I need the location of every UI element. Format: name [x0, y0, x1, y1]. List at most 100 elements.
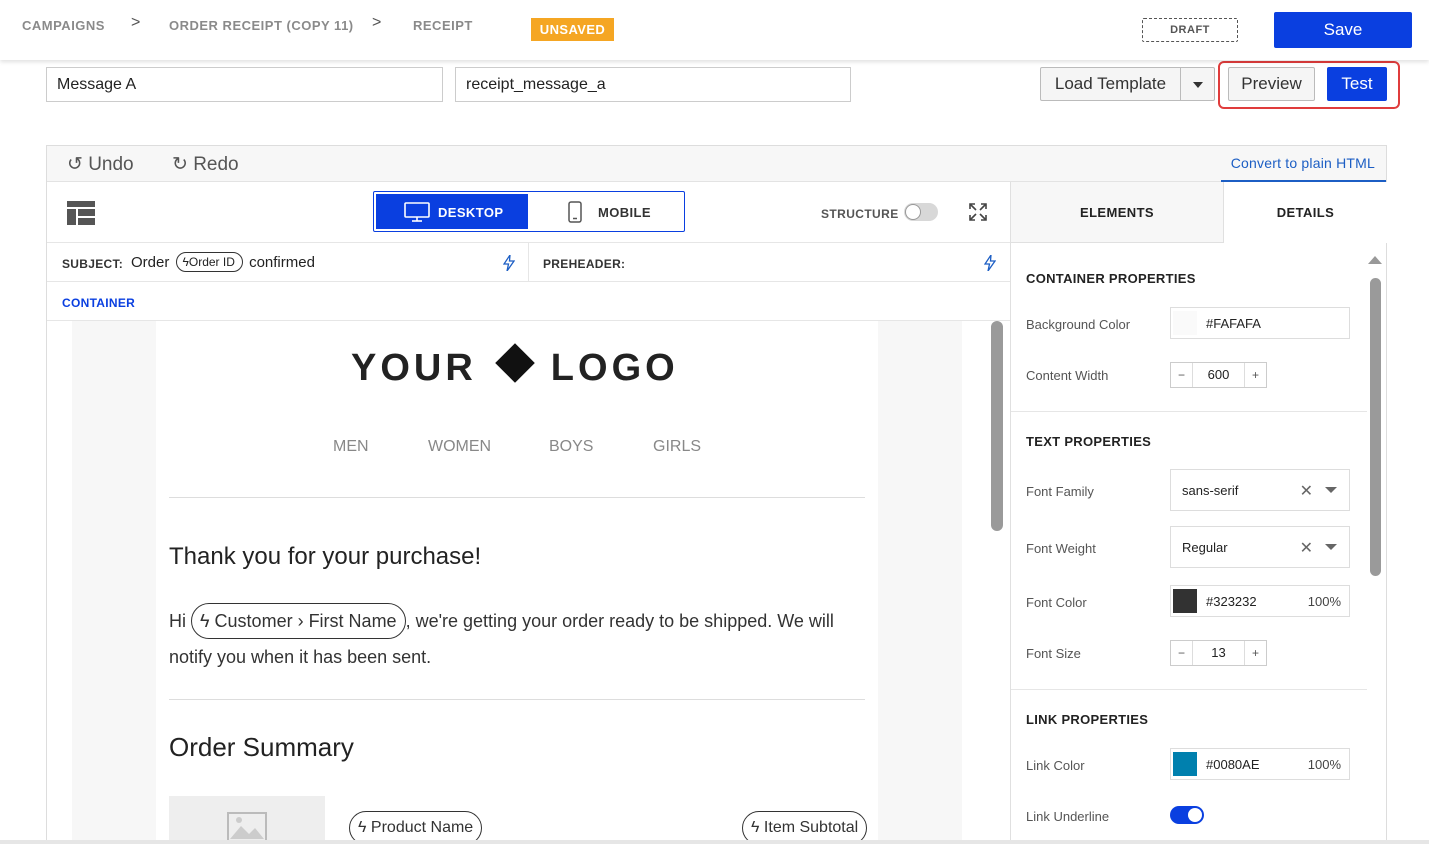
canvas-toolbar: DESKTOP MOBILE STRUCTURE [47, 182, 1010, 243]
greeting-paragraph[interactable]: Hi ϟ Customer › First Name, we're gettin… [169, 603, 849, 675]
structure-label: STRUCTURE [821, 207, 899, 221]
font-family-value: sans-serif [1182, 483, 1239, 498]
font-size-stepper[interactable]: − 13 + [1170, 640, 1267, 666]
structure-toggle[interactable] [904, 203, 938, 221]
background-color-field[interactable]: #FAFAFA [1170, 307, 1350, 339]
message-key-input[interactable]: receipt_message_a [455, 67, 851, 102]
preview-button[interactable]: Preview [1228, 67, 1315, 101]
order-id-token-label: Order ID [188, 255, 235, 269]
mobile-phone-icon [568, 201, 582, 223]
thanks-heading[interactable]: Thank you for your purchase! [169, 543, 481, 571]
clear-font-family-icon[interactable]: ✕ [1300, 481, 1313, 501]
chevron-right-icon: > [131, 14, 141, 31]
token-bolt-icon: ϟ [751, 819, 764, 836]
font-color-swatch[interactable] [1173, 589, 1197, 613]
chevron-down-icon[interactable] [1325, 544, 1337, 550]
desktop-monitor-icon [404, 202, 430, 222]
scroll-up-arrow-icon[interactable] [1368, 256, 1382, 264]
font-color-field[interactable]: #323232 100% [1170, 585, 1350, 617]
font-weight-select[interactable]: Regular ✕ [1170, 526, 1350, 568]
content-width-value[interactable]: 600 [1193, 363, 1244, 387]
container-selection-label[interactable]: CONTAINER [62, 296, 135, 310]
message-name-input[interactable]: Message A [46, 67, 443, 102]
background-color-value: #FAFAFA [1206, 316, 1261, 331]
breadcrumb-campaign-name[interactable]: ORDER RECEIPT (COPY 11) [169, 18, 354, 33]
nav-link-girls[interactable]: GIRLS [653, 438, 701, 456]
order-id-token[interactable]: ϟOrder ID [175, 252, 243, 272]
divider [169, 497, 865, 498]
save-button[interactable]: Save [1274, 12, 1412, 48]
redo-icon: ↻ [172, 154, 188, 175]
nav-link-men[interactable]: MEN [333, 438, 369, 456]
link-color-swatch[interactable] [1173, 752, 1197, 776]
preheader-personalize-bolt-icon[interactable] [984, 255, 996, 271]
background-color-label: Background Color [1026, 317, 1131, 332]
link-color-value: #0080AE [1206, 757, 1260, 772]
font-weight-value: Regular [1182, 540, 1228, 555]
unsaved-badge: UNSAVED [531, 18, 614, 41]
font-color-value: #323232 [1206, 594, 1257, 609]
redo-button[interactable]: ↻ Redo [172, 153, 239, 176]
order-summary-heading[interactable]: Order Summary [169, 732, 354, 763]
font-size-decrement[interactable]: − [1171, 641, 1193, 665]
undo-label: Undo [88, 154, 134, 175]
logo-text-right: LOGO [550, 347, 679, 389]
nav-link-boys[interactable]: BOYS [549, 438, 593, 456]
canvas-scrollbar[interactable] [991, 321, 1003, 531]
convert-to-plain-html-link[interactable]: Convert to plain HTML [1231, 155, 1375, 171]
font-weight-label: Font Weight [1026, 541, 1096, 556]
subject-divider [528, 243, 529, 282]
clear-font-weight-icon[interactable]: ✕ [1300, 538, 1313, 558]
load-template-button[interactable]: Load Template [1040, 67, 1181, 101]
email-content[interactable]: YOUR LOGO MEN WOMEN BOYS GIRLS Thank you … [156, 321, 878, 844]
test-button[interactable]: Test [1327, 67, 1387, 101]
font-size-value[interactable]: 13 [1193, 641, 1244, 665]
redo-label: Redo [193, 154, 239, 175]
desktop-view-button[interactable]: DESKTOP [376, 194, 528, 229]
subject-text-start: Order [131, 254, 170, 271]
draft-status-badge: DRAFT [1142, 18, 1238, 42]
preheader-label: PREHEADER: [543, 257, 626, 271]
subject-text-end: confirmed [249, 254, 315, 271]
link-underline-toggle[interactable] [1170, 806, 1204, 824]
chevron-down-icon[interactable] [1325, 487, 1337, 493]
product-image-placeholder[interactable] [169, 796, 325, 844]
history-bar: ↺ Undo ↻ Redo Convert to plain HTML [47, 146, 1386, 182]
customer-first-name-token[interactable]: ϟ Customer › First Name [191, 603, 406, 639]
background-color-swatch[interactable] [1173, 311, 1197, 335]
content-width-decrement[interactable]: − [1171, 363, 1193, 387]
text-properties-title: TEXT PROPERTIES [1026, 434, 1152, 449]
logo[interactable]: YOUR LOGO [351, 343, 679, 390]
token-bolt-icon: ϟ [200, 611, 215, 631]
load-template-dropdown-icon[interactable] [1180, 67, 1215, 101]
expand-icon[interactable] [969, 203, 987, 221]
subject-row: SUBJECT: Order ϟOrder ID confirmed PREHE… [47, 243, 1010, 282]
undo-icon: ↺ [67, 154, 83, 175]
logo-diamond-icon [494, 343, 535, 383]
undo-button[interactable]: ↺ Undo [67, 153, 134, 176]
font-color-opacity[interactable]: 100% [1308, 594, 1341, 609]
mobile-view-button[interactable]: MOBILE [530, 194, 682, 229]
breadcrumb-campaigns[interactable]: CAMPAIGNS [22, 18, 105, 33]
logo-text-left: YOUR [351, 347, 477, 389]
email-preview-canvas[interactable]: YOUR LOGO MEN WOMEN BOYS GIRLS Thank you … [47, 321, 1010, 844]
tab-elements[interactable]: ELEMENTS [1011, 182, 1224, 243]
font-family-select[interactable]: sans-serif ✕ [1170, 469, 1350, 511]
content-width-stepper[interactable]: − 600 + [1170, 362, 1267, 388]
top-bar: CAMPAIGNS > ORDER RECEIPT (COPY 11) > RE… [0, 0, 1429, 60]
link-color-opacity[interactable]: 100% [1308, 757, 1341, 772]
panel-scrollbar[interactable] [1370, 278, 1381, 576]
content-width-increment[interactable]: + [1244, 363, 1266, 387]
layout-grid-icon[interactable] [67, 201, 95, 225]
subtotal-token-label: Item Subtotal [763, 819, 859, 836]
font-color-label: Font Color [1026, 595, 1087, 610]
link-color-field[interactable]: #0080AE 100% [1170, 748, 1350, 780]
tab-details[interactable]: DETAILS [1224, 182, 1387, 243]
greeting-word: Hi [169, 611, 186, 631]
subject-personalize-bolt-icon[interactable] [503, 255, 515, 271]
subject-field[interactable]: Order ϟOrder ID confirmed [131, 252, 315, 272]
subject-label: SUBJECT: [62, 257, 124, 271]
divider [169, 699, 865, 700]
nav-link-women[interactable]: WOMEN [428, 438, 491, 456]
font-size-increment[interactable]: + [1244, 641, 1266, 665]
